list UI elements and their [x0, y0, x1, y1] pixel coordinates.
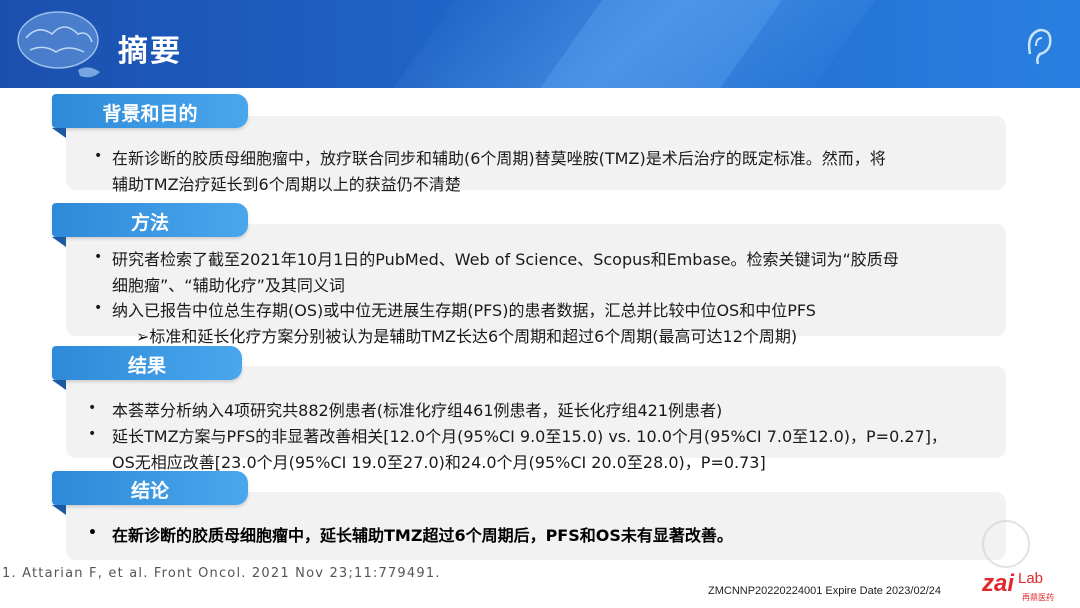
bullet: • [88, 426, 97, 442]
background-text: 在新诊断的胶质母细胞瘤中，放疗联合同步和辅助(6个周期)替莫唑胺(TMZ)是术后… [112, 149, 886, 168]
page-title: 摘要 [118, 34, 182, 69]
logo-lab-text: Lab [1018, 570, 1044, 587]
tab-label: 结果 [127, 355, 166, 377]
tab-notch [52, 505, 66, 515]
tab-results: 结果 [52, 346, 242, 390]
tab-conclusion: 结论 [52, 471, 248, 515]
bullet: • [88, 400, 97, 416]
bullet: • [88, 525, 97, 541]
ear-icon [1027, 28, 1052, 65]
background-text: 辅助TMZ治疗延长到6个周期以上的获益仍不清楚 [112, 175, 461, 194]
tab-label: 背景和目的 [102, 103, 198, 125]
methods-subtext: ➢标准和延长化疗方案分别被认为是辅助TMZ长达6个周期和超过6个周期(最高可达1… [136, 327, 798, 346]
bullet: • [94, 148, 103, 164]
tab-notch [52, 380, 66, 390]
reference-footnote: 1. Attarian F, et al. Front Oncol. 2021 … [2, 566, 441, 581]
header-banner: 摘要 [0, 0, 1080, 88]
methods-text: 细胞瘤”、“辅助化疗”及其同义词 [112, 276, 345, 295]
tab-label: 结论 [130, 480, 169, 502]
results-text: OS无相应改善[23.0个月(95%CI 19.0至27.0)和24.0个月(9… [112, 453, 766, 472]
bullet: • [94, 249, 103, 265]
tab-background: 背景和目的 [52, 94, 248, 138]
document-code: ZMCNNP20220224001 Expire Date 2023/02/24 [708, 585, 941, 597]
tab-label: 方法 [130, 212, 169, 234]
logo-sub-text: 再鼎医药 [1022, 593, 1054, 602]
results-text: 延长TMZ方案与PFS的非显著改善相关[12.0个月(95%CI 9.0至15.… [112, 427, 947, 446]
zai-lab-logo: zai Lab 再鼎医药 [982, 570, 1062, 604]
methods-text: 研究者检索了截至2021年10月1日的PubMed、Web of Science… [112, 250, 899, 269]
results-text: 本荟萃分析纳入4项研究共882例患者(标准化疗组461例患者，延长化疗组421例… [112, 401, 723, 420]
methods-text: 纳入已报告中位总生存期(OS)或中位无进展生存期(PFS)的患者数据，汇总并比较… [112, 301, 816, 320]
conclusion-text: 在新诊断的胶质母细胞瘤中，延长辅助TMZ超过6个周期后，PFS和OS未有显著改善… [112, 526, 733, 545]
logo-main-text: zai [982, 570, 1015, 597]
tab-notch [52, 237, 66, 247]
tab-notch [52, 128, 66, 138]
bullet: • [94, 300, 103, 316]
brain-icon [17, 11, 100, 78]
watermark-icon [982, 520, 1030, 568]
tab-methods: 方法 [52, 203, 248, 247]
